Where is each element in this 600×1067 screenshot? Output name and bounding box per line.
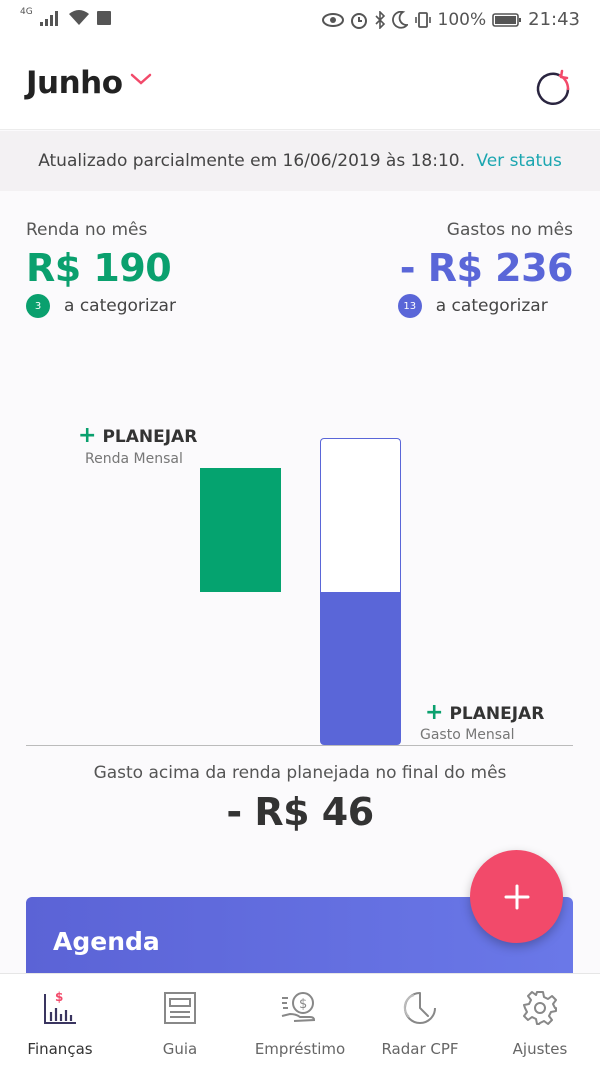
bottom-nav: $ Finanças Guia $ Empréstimo Radar CPF A… [0, 973, 600, 1067]
income-badge: 3 [26, 294, 50, 318]
nav-label: Ajustes [512, 1040, 568, 1058]
income-value: R$ 190 [26, 246, 172, 290]
status-left: 4G [20, 7, 111, 27]
finance-chart-icon: $ [44, 990, 76, 1024]
chart-baseline [26, 745, 573, 746]
nav-label: Guia [162, 1040, 198, 1058]
update-notice: Atualizado parcialmente em 16/06/2019 às… [0, 131, 600, 191]
month-selector[interactable]: Junho [26, 65, 123, 101]
expense-bar [320, 592, 401, 745]
plan-expense-button[interactable]: + PLANEJAR [425, 700, 544, 725]
settings-gear-icon [523, 991, 557, 1025]
battery-icon [492, 12, 522, 27]
nav-label: Finanças [27, 1040, 93, 1058]
guide-icon [164, 992, 196, 1024]
income-uncategorized[interactable]: 3 a categorizar [26, 294, 176, 318]
plus-icon: + [78, 423, 97, 448]
moon-icon [391, 10, 408, 29]
view-status-link[interactable]: Ver status [476, 151, 561, 171]
svg-text:$: $ [299, 997, 307, 1012]
refresh-icon[interactable] [532, 68, 574, 110]
bluetooth-icon [374, 10, 385, 29]
plan-expense-label: PLANEJAR [449, 704, 545, 724]
income-expense-chart: + PLANEJAR Renda Mensal + PLANEJAR Gasto M… [0, 330, 600, 750]
chevron-down-icon[interactable] [130, 72, 152, 86]
update-notice-text: Atualizado parcialmente em 16/06/2019 às… [38, 151, 465, 171]
nav-label: Empréstimo [254, 1040, 346, 1058]
expense-badge: 13 [397, 294, 422, 318]
nav-item-emprestimo[interactable]: $ Empréstimo [240, 974, 360, 1067]
status-right: 100% 21:43 [321, 9, 580, 30]
notification-square-icon [96, 11, 111, 25]
plan-expense-sub: Gasto Mensal [420, 727, 515, 743]
income-bar [200, 468, 281, 592]
nav-item-financas[interactable]: $ Finanças [0, 974, 120, 1067]
expense-plan-outline [320, 438, 401, 593]
result-value: - R$ 46 [226, 790, 374, 834]
add-button[interactable] [470, 850, 563, 943]
signal-icon [39, 11, 58, 26]
network-type: 4G [20, 7, 33, 17]
expense-value: - R$ 236 [399, 246, 574, 290]
plan-income-button[interactable]: + PLANEJAR [78, 423, 197, 448]
nav-label: Radar CPF [381, 1040, 459, 1058]
eye-icon [321, 12, 344, 27]
income-summary[interactable]: Renda no mês R$ 190 3 a categorizar [26, 220, 176, 318]
expense-badge-text: a categorizar [435, 296, 548, 316]
nav-item-guia[interactable]: Guia [120, 974, 240, 1067]
agenda-title: Agenda [53, 927, 160, 956]
nav-item-ajustes[interactable]: Ajustes [480, 974, 600, 1067]
status-bar: 4G 100% 21:43 [0, 0, 600, 40]
vibrate-icon [414, 11, 431, 28]
plus-icon [504, 884, 529, 909]
wifi-icon [68, 10, 89, 25]
plus-icon: + [425, 700, 444, 725]
plan-income-label: PLANEJAR [102, 427, 198, 447]
svg-text:$: $ [55, 990, 63, 1004]
income-badge-text: a categorizar [64, 296, 176, 316]
nav-item-radar-cpf[interactable]: Radar CPF [360, 974, 480, 1067]
income-label: Renda no mês [26, 220, 148, 240]
expense-uncategorized[interactable]: 13 a categorizar [397, 294, 573, 318]
expense-summary[interactable]: Gastos no mês - R$ 236 13 a categorizar [397, 220, 574, 318]
loan-icon: $ [281, 992, 316, 1022]
result-label: Gasto acima da renda planejada no final … [93, 763, 507, 783]
app-header: Junho [0, 40, 600, 130]
radar-icon [403, 992, 436, 1024]
plan-income-sub: Renda Mensal [85, 451, 183, 467]
alarm-icon [350, 12, 367, 29]
expense-label: Gastos no mês [446, 220, 573, 240]
battery-percent: 100% [437, 9, 487, 30]
clock: 21:43 [528, 9, 580, 30]
